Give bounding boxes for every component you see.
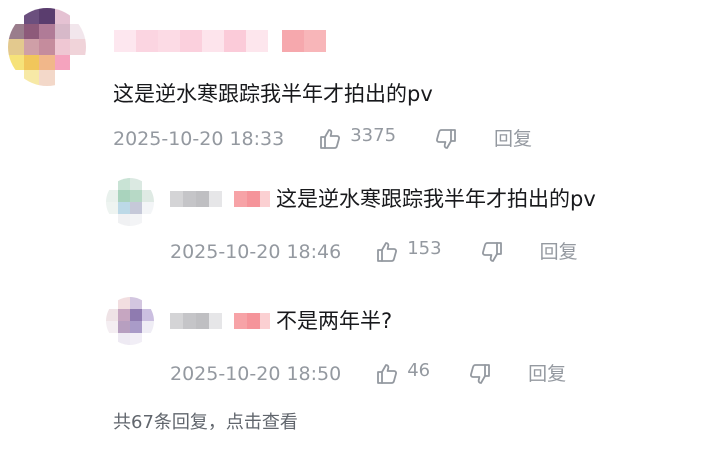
thumbs-down-icon [481,242,502,262]
like-button[interactable]: 3375 [318,127,396,151]
reply-timestamp: 2025-10-20 18:46 [170,240,342,263]
like-count: 153 [407,238,442,259]
reply-button[interactable]: 回复 [494,129,532,149]
thumbs-up-icon [320,129,341,149]
like-count: 3375 [350,125,397,146]
reply-avatar[interactable] [106,297,154,345]
reply-avatar[interactable] [106,178,154,226]
reply-username-obscured[interactable] [170,191,270,207]
comment-thread: 这是逆水寒跟踪我半年才拍出的pv 2025-10-20 18:33 3375 回… [0,0,708,453]
reply-button[interactable]: 回复 [540,242,578,262]
reply-button[interactable]: 回复 [528,364,566,384]
dislike-button[interactable] [468,362,492,386]
reply-username-obscured[interactable] [170,313,270,329]
view-more-replies-link[interactable]: 共67条回复，点击查看 [113,414,298,432]
user-avatar[interactable] [8,8,86,86]
dislike-button[interactable] [434,127,458,151]
dislike-button[interactable] [480,240,504,264]
like-count: 46 [407,360,431,381]
reply-text: 不是两年半? [276,309,393,333]
like-button[interactable]: 46 [375,362,430,386]
reply-text: 这是逆水寒跟踪我半年才拍出的pv [276,187,596,211]
reply-meta: 2025-10-20 18:50 46 回复 [170,362,566,386]
thumbs-up-icon [377,364,398,384]
comment-timestamp: 2025-10-20 18:33 [113,127,285,150]
username-obscured[interactable] [114,30,326,52]
thumbs-down-icon [436,129,456,149]
thumbs-up-icon [377,242,398,262]
comment-text: 这是逆水寒跟踪我半年才拍出的pv [113,82,433,106]
reply-timestamp: 2025-10-20 18:50 [170,362,342,385]
thumbs-down-icon [470,364,491,384]
like-button[interactable]: 153 [375,238,442,264]
comment-meta: 2025-10-20 18:33 3375 回复 [113,127,532,151]
reply-meta: 2025-10-20 18:46 153 回复 [170,240,578,264]
